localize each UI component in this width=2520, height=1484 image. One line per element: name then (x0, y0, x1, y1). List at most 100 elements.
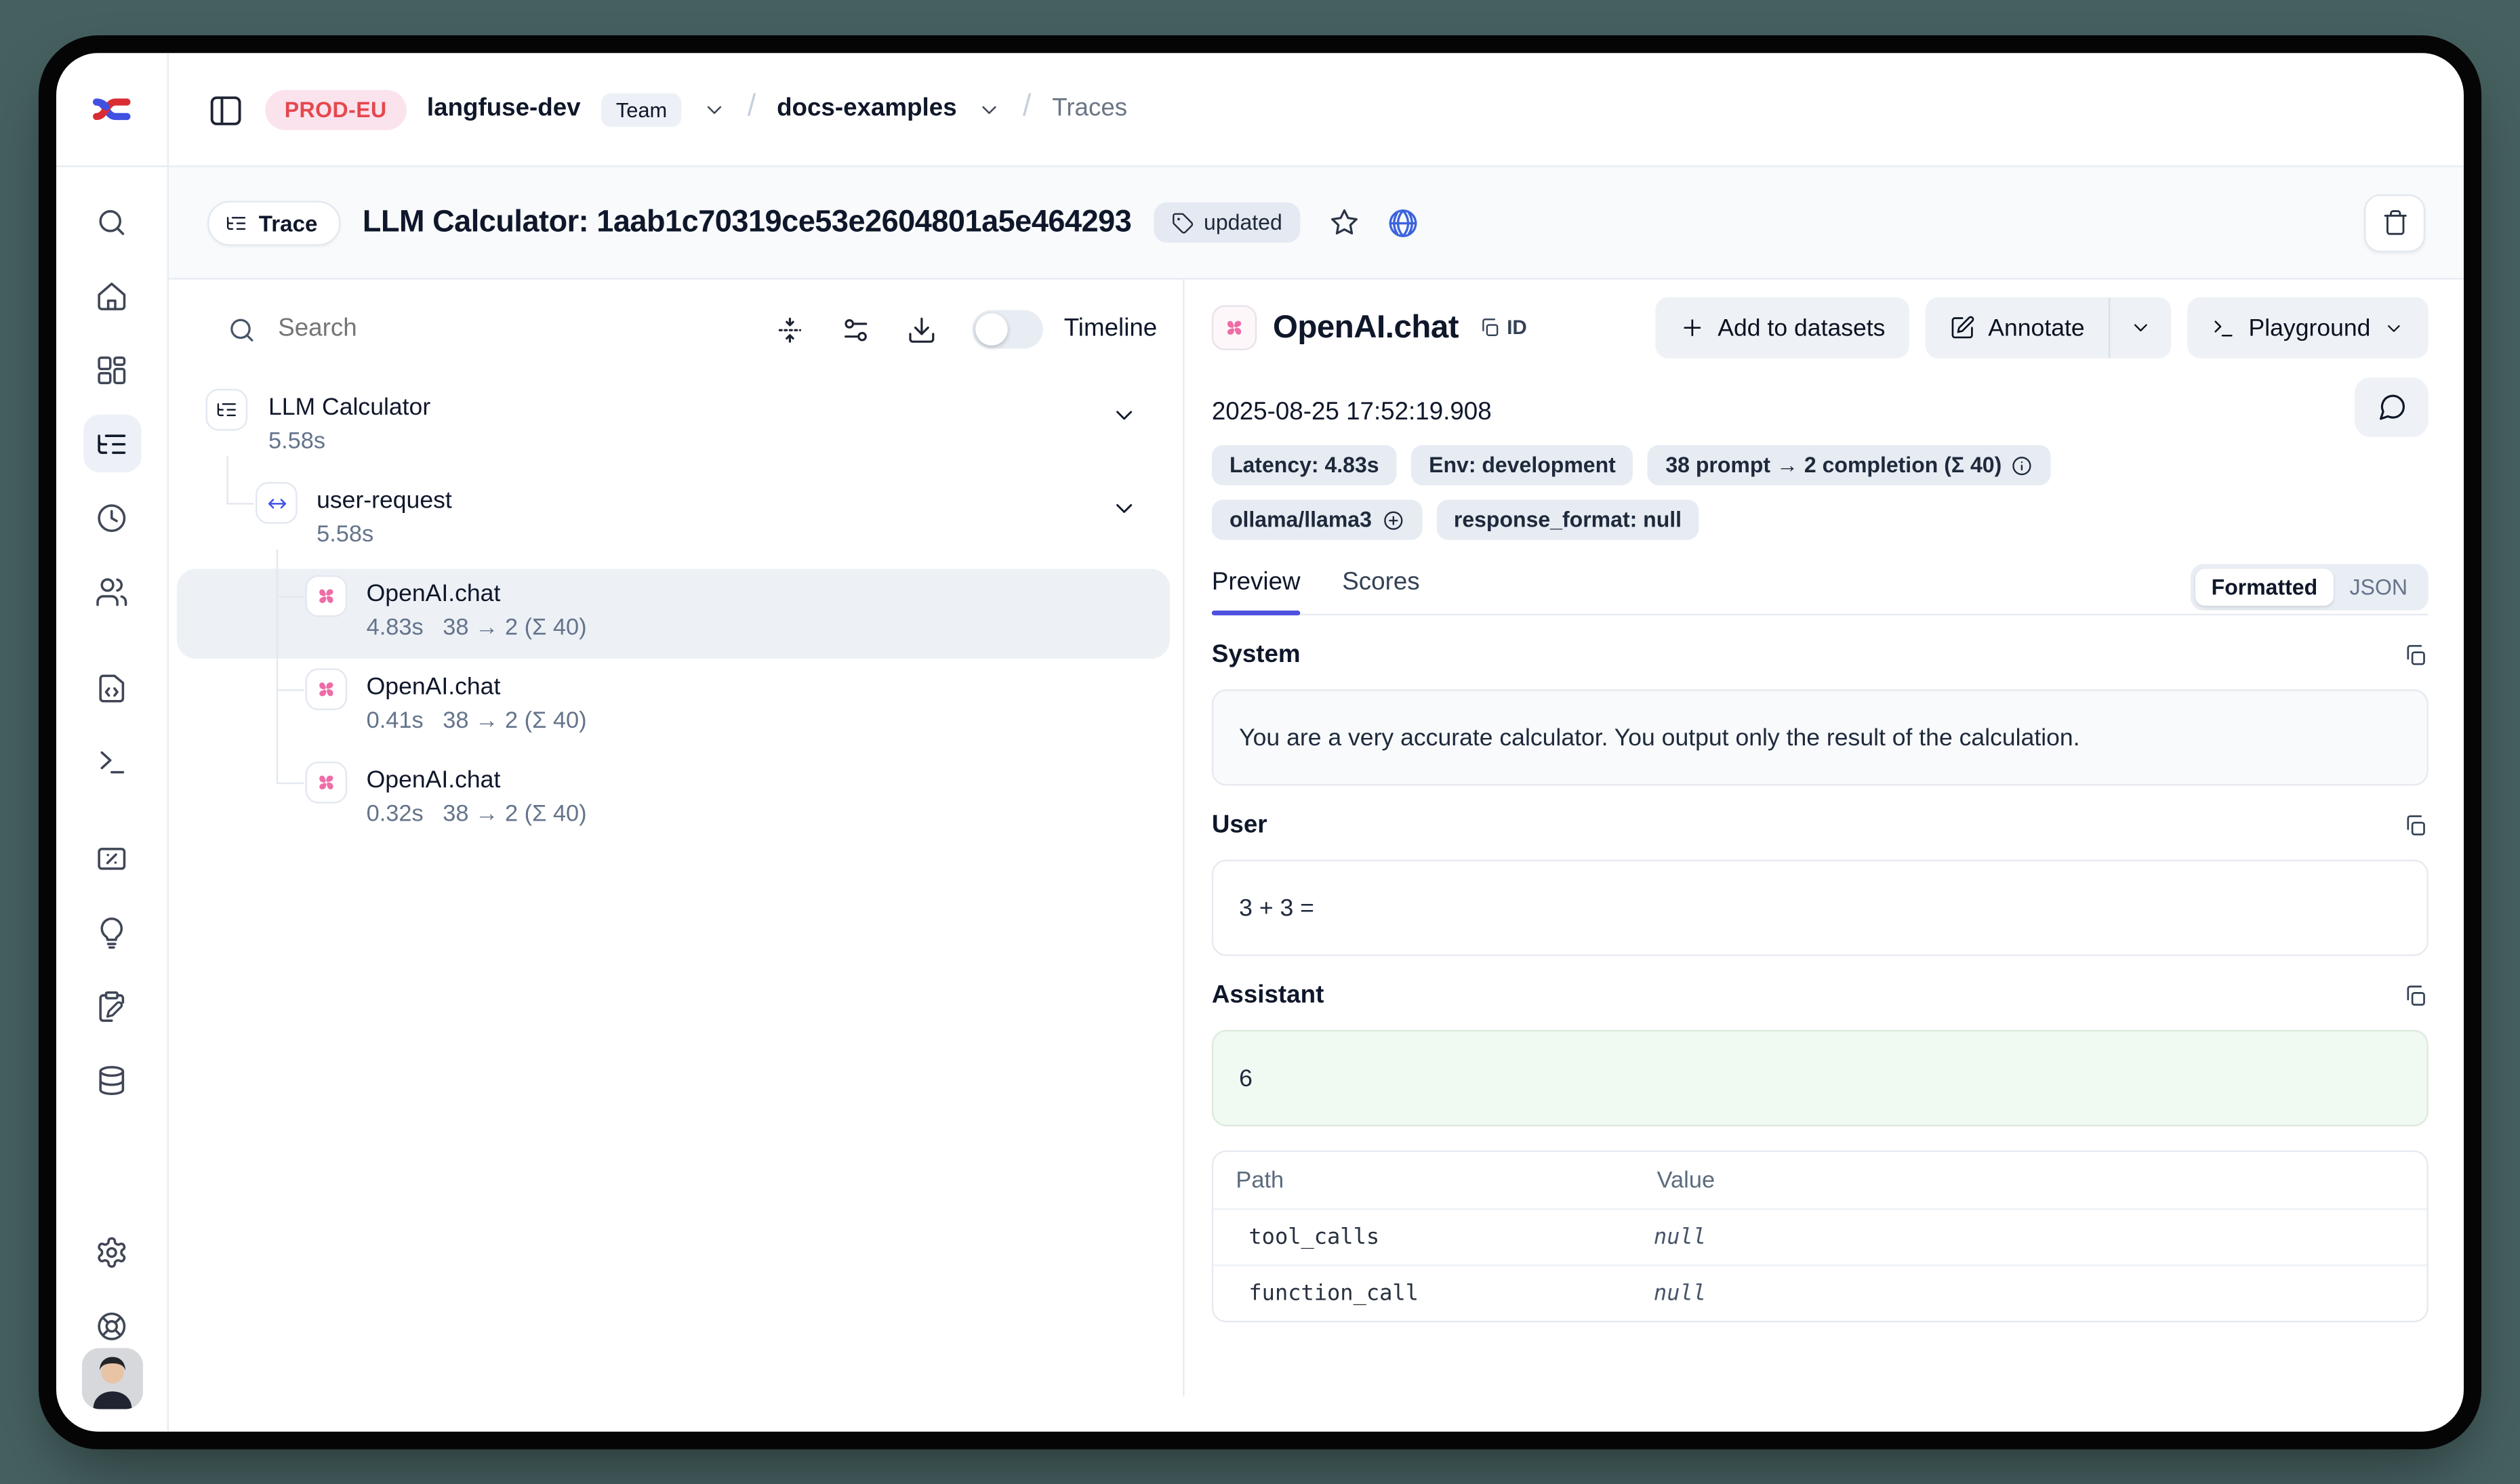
logo-column (56, 53, 169, 165)
tab-scores[interactable]: Scores (1342, 569, 1419, 613)
table-row: tool_calls null (1213, 1208, 2426, 1264)
tree-search-row: Timeline (169, 302, 1183, 357)
prompts-icon[interactable] (83, 659, 140, 716)
copy-icon[interactable] (2403, 983, 2428, 1009)
token-usage-badge[interactable]: 38 prompt → 2 completion (Σ 40) (1648, 445, 2051, 485)
observation-detail-panel: OpenAI.chat ID Add to datasets (1185, 280, 2464, 1397)
user-label: User (1212, 811, 1267, 840)
timeline-label: Timeline (1064, 315, 1158, 344)
trace-tree-panel: Timeline LLM Calcul (169, 280, 1185, 1397)
annotation-clipboard-pen-icon[interactable] (83, 977, 140, 1035)
tree-row-generation[interactable]: OpenAI.chat 0.41s38 → 2 (Σ 40) (169, 668, 1183, 762)
system-message-section: System You are a very accurate calculato… (1212, 641, 2428, 785)
insights-lightbulb-icon[interactable] (83, 903, 140, 961)
format-json-option[interactable]: JSON (2334, 569, 2424, 606)
response-format-badge: response_format: null (1436, 499, 1699, 539)
org-name[interactable]: langfuse-dev (427, 95, 581, 124)
path-column-header: Path (1213, 1168, 1634, 1193)
org-type-badge: Team (601, 92, 681, 126)
format-formatted-option[interactable]: Formatted (2195, 569, 2334, 606)
breadcrumb-separator: / (748, 90, 756, 125)
search-icon[interactable] (83, 193, 140, 251)
value-column-header: Value (1634, 1168, 2426, 1193)
chevron-down-icon[interactable] (1110, 402, 1137, 429)
settings-gear-icon[interactable] (83, 1222, 140, 1280)
breadcrumb-section[interactable]: Traces (1052, 95, 1127, 124)
download-icon[interactable] (906, 314, 937, 345)
latency-badge: Latency: 4.83s (1212, 445, 1397, 485)
home-icon[interactable] (83, 267, 140, 325)
info-icon (2011, 454, 2033, 476)
project-name[interactable]: docs-examples (777, 95, 957, 124)
sessions-clock-icon[interactable] (83, 489, 140, 546)
star-icon[interactable] (1322, 200, 1367, 245)
trace-header-bar: Trace LLM Calculator: 1aab1c70319ce53e26… (169, 167, 2464, 280)
tree-row-trace[interactable]: LLM Calculator 5.58s (169, 389, 1183, 482)
table-row: function_call null (1213, 1264, 2426, 1321)
chevron-down-icon (2383, 317, 2404, 338)
annotate-button[interactable]: Annotate (1926, 297, 2109, 358)
annotate-dropdown-chevron[interactable] (2111, 297, 2172, 358)
scores-percent-icon[interactable] (83, 829, 140, 887)
format-toggle: Formatted JSON (2191, 564, 2428, 611)
nav-rail (56, 167, 169, 1432)
trace-type-badge[interactable]: Trace (207, 200, 340, 245)
openai-generation-icon (306, 762, 348, 804)
copy-icon[interactable] (2403, 642, 2428, 668)
dashboard-icon[interactable] (83, 341, 140, 398)
output-fields-table: Path Value tool_calls null function_call… (1212, 1151, 2428, 1323)
assistant-message-content: 6 (1212, 1030, 2428, 1126)
trace-tree-icon (225, 211, 247, 234)
trace-tag-badge[interactable]: updated (1154, 203, 1300, 243)
collapse-all-icon[interactable] (775, 314, 805, 345)
table-header-row: Path Value (1213, 1152, 2426, 1208)
playground-button[interactable]: Playground (2187, 297, 2428, 358)
tree-settings-icon[interactable] (840, 314, 871, 345)
search-input[interactable] (275, 313, 739, 345)
add-to-datasets-button[interactable]: Add to datasets (1655, 297, 1909, 358)
tab-preview[interactable]: Preview (1212, 569, 1301, 613)
span-arrows-icon (256, 482, 298, 524)
tree-row-generation[interactable]: OpenAI.chat 0.32s38 → 2 (Σ 40) (169, 762, 1183, 855)
detail-header: OpenAI.chat ID Add to datasets (1212, 297, 2428, 358)
chevron-down-icon[interactable] (1110, 495, 1137, 522)
support-lifebuoy-icon[interactable] (83, 1297, 140, 1355)
observation-title: OpenAI.chat (1273, 309, 1459, 346)
env-badge: PROD-EU (265, 89, 406, 129)
tracing-icon[interactable] (83, 415, 140, 472)
openai-generation-icon (306, 668, 348, 710)
breadcrumb: PROD-EU langfuse-dev Team / docs-example… (169, 53, 2464, 165)
breadcrumb-separator: / (1023, 90, 1032, 125)
circle-plus-icon (1381, 508, 1404, 531)
assistant-message-section: Assistant 6 (1212, 982, 2428, 1126)
search-icon (226, 314, 257, 345)
copy-id-button[interactable]: ID (1478, 316, 1527, 339)
edit-pen-icon (1949, 315, 1975, 341)
openai-generation-icon (306, 575, 348, 617)
copy-icon (1478, 316, 1501, 339)
timeline-toggle[interactable] (973, 310, 1043, 349)
sidebar-toggle-icon[interactable] (207, 91, 245, 128)
model-badge[interactable]: ollama/llama3 (1212, 499, 1422, 539)
user-message-section: User 3 + 3 = (1212, 811, 2428, 955)
tree-row-span[interactable]: user-request 5.58s (169, 482, 1183, 575)
detail-tabs: Preview Scores Formatted JSON (1212, 559, 2428, 615)
globe-icon[interactable] (1380, 200, 1425, 245)
trace-tree-icon (206, 389, 248, 431)
assistant-label: Assistant (1212, 982, 1324, 1011)
project-chevron-down-icon[interactable] (977, 97, 1002, 121)
comments-button[interactable] (2355, 377, 2428, 437)
tree-row-generation-selected[interactable]: OpenAI.chat 4.83s38 → 2 (Σ 40) (169, 575, 1183, 669)
annotate-split-button: Annotate (1926, 297, 2172, 358)
copy-icon[interactable] (2403, 813, 2428, 839)
users-icon[interactable] (83, 562, 140, 620)
system-message-content: You are a very accurate calculator. You … (1212, 689, 2428, 785)
langfuse-logo-icon (89, 94, 134, 125)
delete-trace-button[interactable] (2364, 194, 2425, 251)
user-avatar[interactable] (81, 1348, 142, 1409)
user-message-content: 3 + 3 = (1212, 860, 2428, 956)
terminal-icon (2212, 316, 2236, 340)
playground-terminal-icon[interactable] (83, 733, 140, 790)
org-chevron-down-icon[interactable] (702, 97, 727, 121)
datasets-database-icon[interactable] (83, 1051, 140, 1109)
